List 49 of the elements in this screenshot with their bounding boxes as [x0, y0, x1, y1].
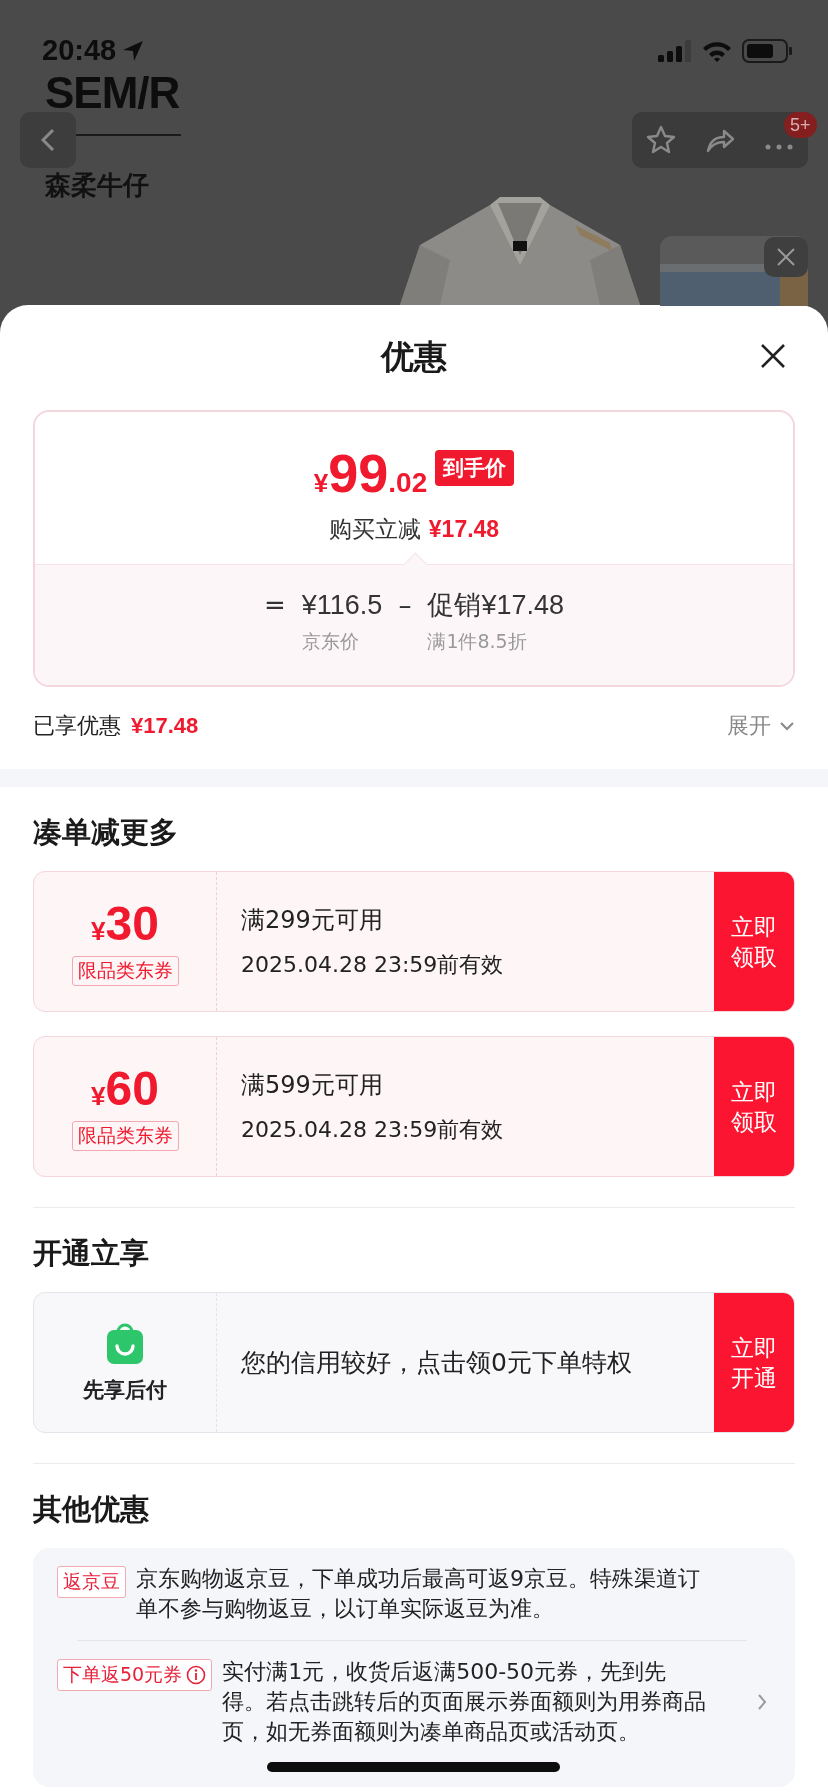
saving-amount: ¥17.48	[428, 516, 500, 543]
claim-button[interactable]: 立即领取	[714, 1037, 794, 1176]
location-arrow-icon	[122, 39, 145, 62]
saving-label: 购买立减	[328, 515, 421, 544]
discount-amount: ¥17.48	[131, 713, 199, 739]
pay-later-text: 您的信用较好，点击领0元下单特权	[241, 1346, 633, 1379]
status-time: 20:48	[42, 34, 117, 67]
base-price: ¥116.5	[301, 589, 383, 621]
close-icon	[776, 247, 796, 267]
section-title: 其他优惠	[33, 1491, 150, 1528]
star-icon	[646, 125, 677, 155]
promo-label: 满1件8.5折	[427, 629, 528, 654]
offer-tag: 返京豆	[57, 1566, 126, 1598]
discount-label: 已享优惠	[33, 712, 121, 740]
sheet-title: 优惠	[381, 336, 447, 378]
coupon-tag: 限品类东券	[71, 1120, 179, 1151]
coupon-amount: ¥60	[91, 1062, 159, 1115]
coupon-validity: 2025.04.28 23:59前有效	[241, 1115, 505, 1144]
offer-tag: 下单返50元券	[57, 1659, 213, 1691]
back-icon	[41, 128, 55, 152]
coupon-tag: 限品类东券	[71, 955, 179, 986]
shop-name: 森柔牛仔	[45, 170, 149, 200]
coupon-condition: 满299元可用	[241, 904, 384, 936]
equals-sign: =	[264, 590, 286, 620]
signal-icon	[658, 39, 692, 62]
close-icon	[760, 343, 786, 369]
base-price-label: 京东价	[301, 629, 360, 654]
battery-icon	[742, 38, 792, 63]
wifi-icon	[702, 39, 732, 62]
final-price: ¥99.02	[313, 446, 428, 500]
minus-sign: –	[398, 590, 412, 620]
activate-button[interactable]: 立即开通	[714, 1293, 794, 1432]
coupon-condition: 满599元可用	[241, 1069, 384, 1101]
chevron-right-icon[interactable]	[757, 1693, 767, 1711]
notification-badge: 5+	[784, 112, 817, 138]
shopping-bag-icon	[105, 1321, 145, 1366]
coupon-amount: ¥30	[91, 897, 159, 950]
back-button[interactable]	[20, 112, 76, 168]
promo-discount: 促销¥17.48	[427, 589, 564, 622]
price-tag: 到手价	[435, 450, 515, 486]
pay-later-name: 先享后付	[83, 1376, 167, 1404]
offer-text: 京东购物返京豆，下单成功后最高可返9京豆。特殊渠道订单不参与购物返豆，以订单实际返豆为准。	[136, 1565, 701, 1623]
expand-toggle[interactable]: 展开	[727, 711, 795, 741]
coupon-validity: 2025.04.28 23:59前有效	[241, 950, 505, 979]
more-icon	[763, 143, 794, 151]
section-title: 开通立享	[33, 1235, 150, 1272]
claim-button[interactable]: 立即领取	[714, 872, 794, 1011]
section-title: 凑单减更多	[33, 814, 179, 851]
offer-text: 实付满1元，收货后返满500-50元券，先到先得。若点击跳转后的页面展示券面额则为用券商品页，如无券面额则为凑单商品页或活动页。	[222, 1658, 708, 1746]
